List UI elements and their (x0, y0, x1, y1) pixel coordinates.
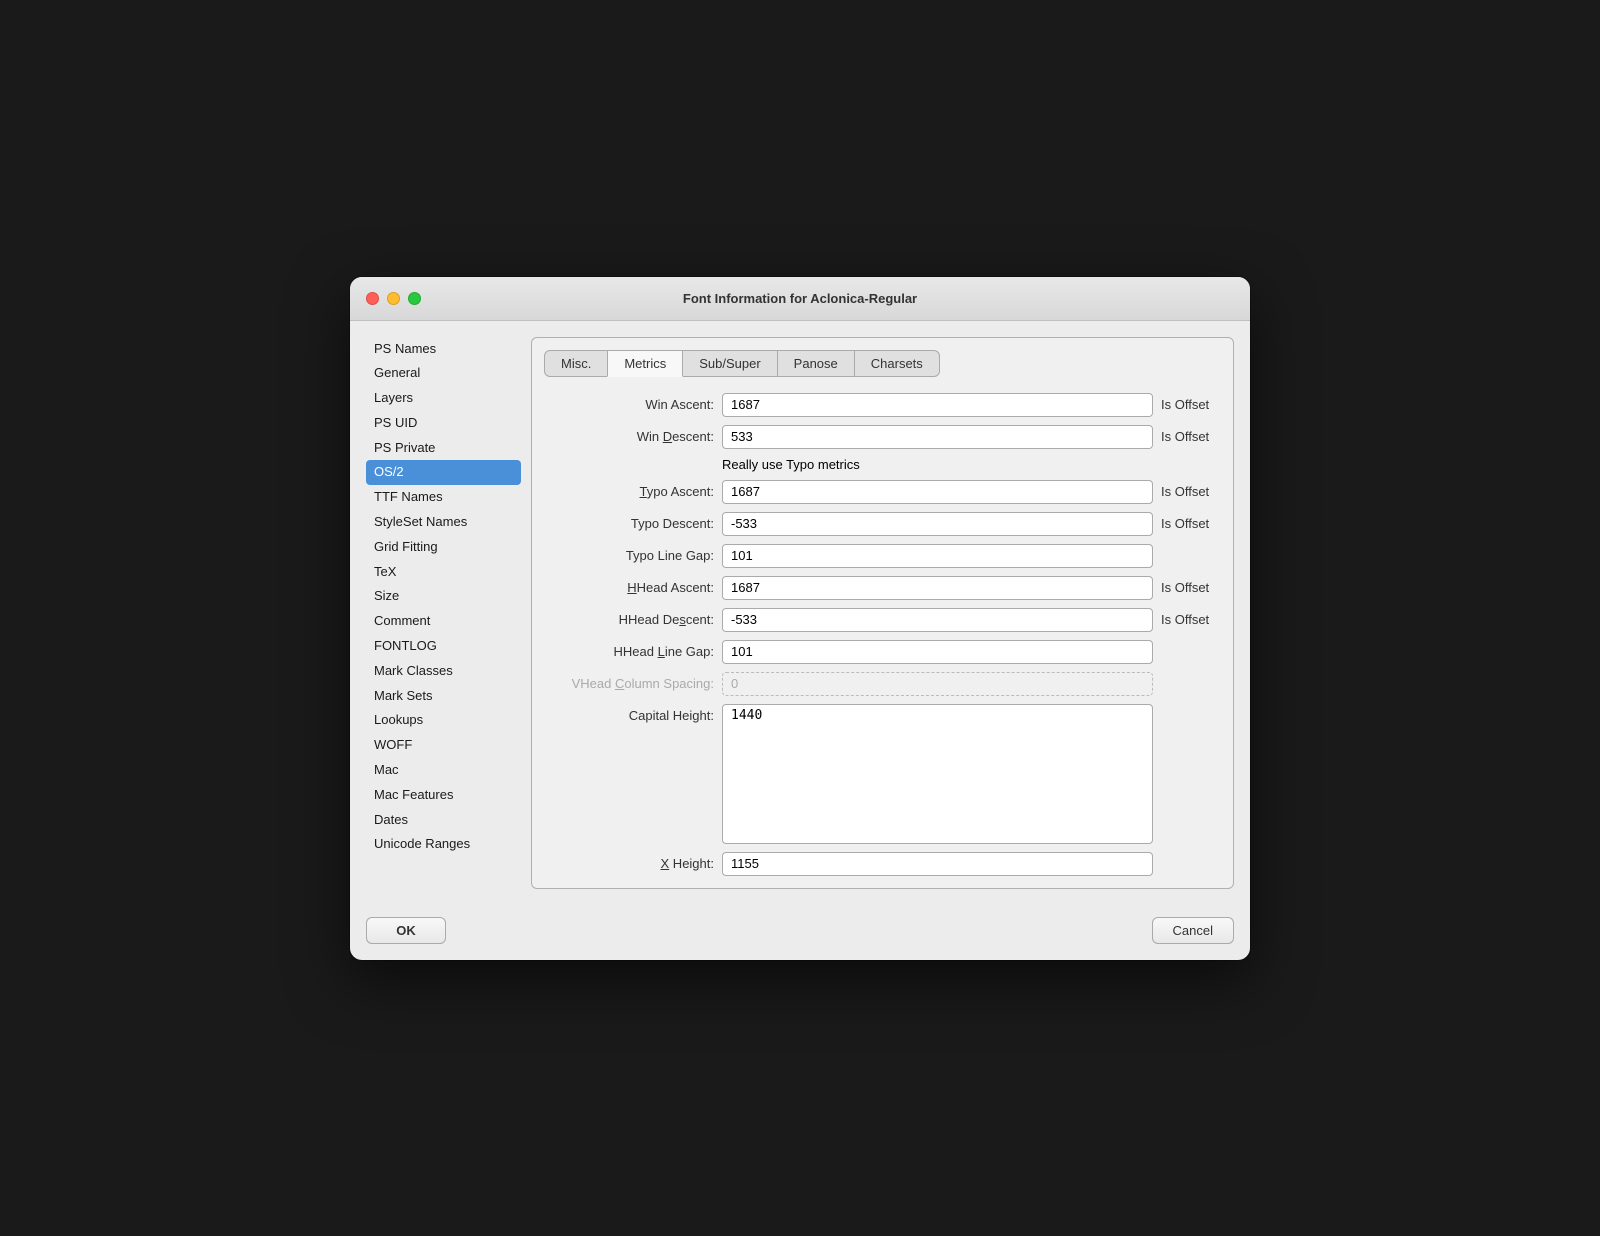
hhead-line-gap-input[interactable] (722, 640, 1153, 664)
tab-misc[interactable]: Misc. (544, 350, 608, 377)
really-use-typo-row: Really use Typo metrics (544, 457, 1221, 472)
capital-height-label: Capital Height: (544, 704, 714, 723)
x-height-row: X Height: (544, 852, 1221, 876)
hhead-ascent-row: HHead Ascent: Is Offset (544, 576, 1221, 600)
hhead-line-gap-label: HHead Line Gap: (544, 644, 714, 659)
capital-height-area: Capital Height: 1440 (544, 704, 1221, 844)
tab-panose[interactable]: Panose (777, 350, 855, 377)
hhead-ascent-input[interactable] (722, 576, 1153, 600)
sidebar-item-mac-features[interactable]: Mac Features (366, 783, 521, 808)
typo-ascent-suffix: Is Offset (1161, 484, 1221, 499)
hhead-descent-label: HHead Descent: (544, 612, 714, 627)
hhead-descent-suffix: Is Offset (1161, 612, 1221, 627)
win-descent-suffix: Is Offset (1161, 429, 1221, 444)
tab-charsets[interactable]: Charsets (854, 350, 940, 377)
sidebar-item-os2[interactable]: OS/2 (366, 460, 521, 485)
sidebar-item-comment[interactable]: Comment (366, 609, 521, 634)
win-ascent-row: Win Ascent: Is Offset (544, 393, 1221, 417)
typo-descent-row: Typo Descent: Is Offset (544, 512, 1221, 536)
really-use-typo-label: Really use Typo metrics (722, 457, 860, 472)
vhead-column-input[interactable] (722, 672, 1153, 696)
typo-ascent-input[interactable] (722, 480, 1153, 504)
cancel-button[interactable]: Cancel (1152, 917, 1234, 944)
x-height-label: X Height: (544, 856, 714, 871)
hhead-descent-row: HHead Descent: Is Offset (544, 608, 1221, 632)
typo-descent-input[interactable] (722, 512, 1153, 536)
sidebar-item-mark-sets[interactable]: Mark Sets (366, 684, 521, 709)
hhead-line-gap-row: HHead Line Gap: (544, 640, 1221, 664)
sidebar-item-general[interactable]: General (366, 361, 521, 386)
vhead-column-row: VHead Column Spacing: (544, 672, 1221, 696)
win-descent-input[interactable] (722, 425, 1153, 449)
typo-ascent-row: Typo Ascent: Is Offset (544, 480, 1221, 504)
vhead-column-label: VHead Column Spacing: (544, 676, 714, 691)
typo-descent-suffix: Is Offset (1161, 516, 1221, 531)
window-title: Font Information for Aclonica-Regular (683, 291, 917, 306)
ok-button[interactable]: OK (366, 917, 446, 944)
tab-subsuper[interactable]: Sub/Super (682, 350, 777, 377)
win-descent-label: Win Descent: (544, 429, 714, 444)
win-ascent-label: Win Ascent: (544, 397, 714, 412)
sidebar-item-size[interactable]: Size (366, 584, 521, 609)
traffic-lights (366, 292, 421, 305)
main-content: Misc. Metrics Sub/Super Panose Charsets … (531, 337, 1234, 889)
minimize-button[interactable] (387, 292, 400, 305)
hhead-descent-input[interactable] (722, 608, 1153, 632)
sidebar-item-fontlog[interactable]: FONTLOG (366, 634, 521, 659)
sidebar-item-ttf-names[interactable]: TTF Names (366, 485, 521, 510)
sidebar-item-lookups[interactable]: Lookups (366, 708, 521, 733)
form-section: Win Ascent: Is Offset Win Descent: Is Of… (544, 393, 1221, 876)
typo-descent-label: Typo Descent: (544, 516, 714, 531)
sidebar-item-styleset-names[interactable]: StyleSet Names (366, 510, 521, 535)
capital-height-textarea[interactable]: 1440 (722, 704, 1153, 844)
win-ascent-suffix: Is Offset (1161, 397, 1221, 412)
typo-line-gap-label: Typo Line Gap: (544, 548, 714, 563)
win-ascent-input[interactable] (722, 393, 1153, 417)
sidebar-item-mark-classes[interactable]: Mark Classes (366, 659, 521, 684)
sidebar-item-layers[interactable]: Layers (366, 386, 521, 411)
typo-ascent-label: Typo Ascent: (544, 484, 714, 499)
sidebar-item-dates[interactable]: Dates (366, 808, 521, 833)
sidebar-item-unicode-ranges[interactable]: Unicode Ranges (366, 832, 521, 857)
sidebar-item-woff[interactable]: WOFF (366, 733, 521, 758)
window-body: PS Names General Layers PS UID PS Privat… (350, 321, 1250, 905)
win-descent-row: Win Descent: Is Offset (544, 425, 1221, 449)
close-button[interactable] (366, 292, 379, 305)
tab-metrics[interactable]: Metrics (607, 350, 683, 377)
sidebar-item-ps-private[interactable]: PS Private (366, 436, 521, 461)
x-height-input[interactable] (722, 852, 1153, 876)
sidebar-item-grid-fitting[interactable]: Grid Fitting (366, 535, 521, 560)
sidebar-item-ps-uid[interactable]: PS UID (366, 411, 521, 436)
title-bar: Font Information for Aclonica-Regular (350, 277, 1250, 321)
typo-line-gap-input[interactable] (722, 544, 1153, 568)
tabs-container: Misc. Metrics Sub/Super Panose Charsets (544, 350, 1221, 377)
typo-line-gap-row: Typo Line Gap: (544, 544, 1221, 568)
hhead-ascent-label: HHead Ascent: (544, 580, 714, 595)
sidebar-item-ps-names[interactable]: PS Names (366, 337, 521, 362)
hhead-ascent-suffix: Is Offset (1161, 580, 1221, 595)
sidebar-item-mac[interactable]: Mac (366, 758, 521, 783)
main-window: Font Information for Aclonica-Regular PS… (350, 277, 1250, 960)
sidebar-item-tex[interactable]: TeX (366, 560, 521, 585)
sidebar: PS Names General Layers PS UID PS Privat… (366, 337, 531, 889)
maximize-button[interactable] (408, 292, 421, 305)
window-footer: OK Cancel (350, 905, 1250, 960)
